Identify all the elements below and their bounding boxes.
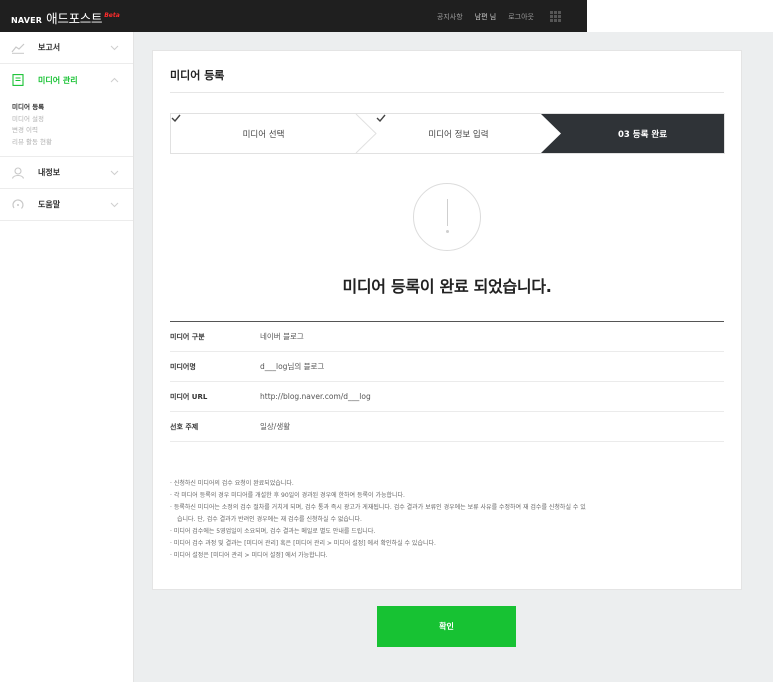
info-row-preferred-topic: 선호 주제 일상/생활 xyxy=(170,412,724,442)
page-title: 미디어 등록 xyxy=(170,69,225,82)
sidebar-item-label: 보고서 xyxy=(38,43,61,52)
sidebar-item-label: 도움말 xyxy=(38,200,61,209)
media-submenu: 미디어 등록 미디어 설정 변경 이력 리뷰 활동 현황 xyxy=(0,96,133,157)
sidebar-item-help[interactable]: 도움말 xyxy=(0,189,133,221)
notice-item: · 미디어 설정은 [미디어 관리 > 미디어 설정] 에서 가능합니다. xyxy=(170,552,328,559)
media-info-table: 미디어 구분 네이버 블로그 미디어명 d___log님의 블로그 미디어 UR… xyxy=(170,321,724,442)
notice-link[interactable]: 공지사항 xyxy=(437,12,463,22)
logo[interactable]: NAVER 애드포스트 Beta xyxy=(11,8,120,26)
help-icon xyxy=(12,198,24,209)
logo-brand: NAVER xyxy=(11,16,43,25)
beta-badge: Beta xyxy=(104,12,120,19)
completion-message: 미디어 등록이 완료 되었습니다. xyxy=(342,277,552,296)
chevron-down-icon xyxy=(110,45,119,50)
info-value: 일상/생활 xyxy=(260,422,291,431)
app-grid-icon[interactable] xyxy=(550,11,561,22)
sidebar-item-report[interactable]: 보고서 xyxy=(0,32,133,64)
info-value: 네이버 블로그 xyxy=(260,332,304,341)
logout-link[interactable]: 로그아웃 xyxy=(508,12,534,22)
check-icon xyxy=(171,114,181,122)
sidebar-item-media[interactable]: 미디어 관리 xyxy=(0,64,133,96)
step-media-info: 미디어 정보 입력 xyxy=(376,114,541,153)
chevron-up-icon xyxy=(110,77,119,83)
logo-product: 애드포스트 xyxy=(46,11,103,26)
chevron-down-icon xyxy=(110,202,119,207)
top-nav: 공지사항 남편 님 로그아웃 xyxy=(425,11,561,22)
info-key: 미디어 URL xyxy=(170,392,208,401)
step-label: 미디어 정보 입력 xyxy=(428,129,489,140)
step-indicator: 미디어 선택 미디어 정보 입력 03 등록 완료 xyxy=(170,113,725,154)
notice-item: · 등록하신 미디어는 소정의 검수 절차를 거치게 되며, 검수 통과 즉시 … xyxy=(170,504,586,511)
step-media-select: 미디어 선택 xyxy=(171,114,356,153)
submenu-media-settings[interactable]: 미디어 설정 xyxy=(12,114,133,126)
notice-item: · 각 미디어 등록의 경우 미디어를 개설한 후 90일이 경과된 경우에 한… xyxy=(170,492,405,499)
info-key: 미디어 구분 xyxy=(170,332,205,341)
step-register-complete: 03 등록 완료 xyxy=(561,114,724,153)
sidebar-item-label: 미디어 관리 xyxy=(38,75,78,85)
sidebar: 보고서 미디어 관리 미디어 등록 미디어 설정 변경 이력 리뷰 활동 현황 … xyxy=(0,32,134,682)
info-key: 선호 주제 xyxy=(170,422,199,431)
content-card: 미디어 등록 미디어 선택 미디어 정보 입력 03 등록 완료 미디어 등록이… xyxy=(152,50,742,590)
submenu-change-history[interactable]: 변경 이력 xyxy=(12,125,133,137)
sidebar-item-label: 내정보 xyxy=(38,168,61,177)
submenu-media-register[interactable]: 미디어 등록 xyxy=(12,102,133,114)
notice-item: · 미디어 검수에는 5영업일이 소요되며, 검수 결과는 메일로 별도 안내를… xyxy=(170,528,376,535)
check-icon xyxy=(376,114,386,122)
chart-line-icon xyxy=(11,43,25,54)
top-header: NAVER 애드포스트 Beta 공지사항 남편 님 로그아웃 xyxy=(0,0,587,32)
sidebar-item-my-info[interactable]: 내정보 xyxy=(0,157,133,189)
document-icon xyxy=(12,74,24,86)
submenu-review-activity[interactable]: 리뷰 활동 현황 xyxy=(12,137,133,149)
info-key: 미디어명 xyxy=(170,362,196,371)
notice-item: · 미디어 검수 과정 및 결과는 [미디어 관리] 혹은 [미디어 관리 > … xyxy=(170,540,436,547)
step-label: 03 등록 완료 xyxy=(617,129,668,140)
main-area: 미디어 등록 미디어 선택 미디어 정보 입력 03 등록 완료 미디어 등록이… xyxy=(134,32,773,682)
exclamation-circle-icon xyxy=(413,183,481,251)
step-label: 미디어 선택 xyxy=(242,129,285,140)
info-row-media-name: 미디어명 d___log님의 블로그 xyxy=(170,352,724,382)
notice-item: · 신청하신 미디어의 검수 요청이 완료되었습니다. xyxy=(170,480,294,487)
info-value: d___log님의 블로그 xyxy=(260,362,325,371)
info-row-media-type: 미디어 구분 네이버 블로그 xyxy=(170,322,724,352)
chevron-down-icon xyxy=(110,170,119,175)
user-name-link[interactable]: 남편 님 xyxy=(475,12,497,22)
user-icon xyxy=(11,166,25,179)
notice-item: 습니다. 단, 검수 결과가 반려인 경우에는 재 검수를 신청하실 수 없습니… xyxy=(177,516,362,523)
notice-list: · 신청하신 미디어의 검수 요청이 완료되었습니다. · 각 미디어 등록의 … xyxy=(170,478,724,562)
title-divider xyxy=(170,92,724,93)
info-value: http://blog.naver.com/d___log xyxy=(260,392,371,401)
confirm-button[interactable]: 확인 xyxy=(377,606,516,647)
info-row-media-url: 미디어 URL http://blog.naver.com/d___log xyxy=(170,382,724,412)
